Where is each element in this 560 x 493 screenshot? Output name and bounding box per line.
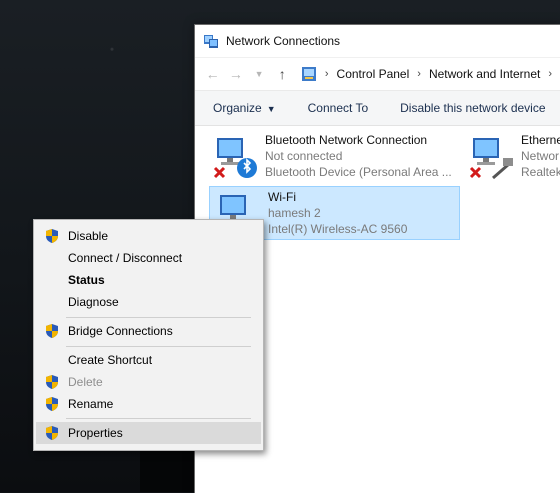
uac-shield-icon [46, 426, 58, 440]
connection-status: hamesh 2 [268, 206, 321, 220]
arrow-left-icon: ← [205, 66, 220, 82]
network-connections-icon [204, 35, 218, 48]
menu-item-diagnose[interactable]: Diagnose [36, 291, 261, 313]
breadcrumb-separator-icon: › [417, 68, 421, 80]
control-panel-icon [301, 67, 316, 81]
menu-item-delete[interactable]: Delete [36, 371, 261, 393]
menu-item-label: Diagnose [68, 295, 119, 309]
connection-device: Realtek [521, 165, 560, 179]
connection-name: Etherne [521, 133, 560, 147]
ethernet-network-icon [469, 138, 513, 180]
breadcrumb-separator-icon: › [548, 68, 553, 80]
bluetooth-network-icon [213, 138, 257, 179]
uac-shield-icon [46, 375, 58, 389]
connection-device: Intel(R) Wireless-AC 9560 [268, 222, 408, 236]
uac-shield-icon [46, 397, 58, 411]
command-bar: Organize ▼ Connect To Disable this networ… [195, 91, 560, 126]
uac-shield-icon [46, 324, 58, 338]
menu-item-create-shortcut[interactable]: Create Shortcut [36, 349, 261, 371]
menu-item-label: Bridge Connections [68, 324, 173, 338]
menu-item-bridge-connections[interactable]: Bridge Connections [36, 320, 261, 342]
menu-item-status[interactable]: Status [36, 269, 261, 291]
recent-locations-button[interactable]: ▼ [251, 65, 266, 83]
up-button[interactable]: ↑ [275, 65, 290, 83]
disable-device-button[interactable]: Disable this network device [400, 101, 545, 115]
title-bar[interactable]: Network Connections [195, 25, 560, 58]
menu-item-label: Disable [68, 229, 109, 243]
window-title: Network Connections [226, 34, 341, 48]
organize-button[interactable]: Organize ▼ [213, 101, 276, 115]
menu-separator [66, 418, 251, 419]
organize-label: Organize [213, 101, 262, 115]
menu-separator [66, 317, 251, 318]
menu-item-label: Delete [68, 375, 103, 389]
menu-item-label: Connect / Disconnect [68, 251, 183, 265]
chevron-down-icon: ▼ [254, 69, 264, 79]
forward-button[interactable]: → [228, 65, 243, 83]
menu-item-rename[interactable]: Rename [36, 393, 261, 415]
arrow-up-icon: ↑ [278, 66, 286, 82]
menu-item-disable[interactable]: Disable [36, 225, 261, 247]
menu-separator [66, 346, 251, 347]
uac-shield-icon [46, 229, 58, 243]
breadcrumb-network-and-internet[interactable]: Network and Internet [429, 67, 540, 81]
connection-item-ethernet[interactable]: Etherne Networ Realtek [463, 130, 560, 182]
address-box[interactable]: › Control Panel › Network and Internet › [297, 61, 560, 87]
menu-item-label: Create Shortcut [68, 353, 153, 367]
connect-to-button[interactable]: Connect To [308, 101, 369, 115]
menu-item-label: Properties [68, 426, 123, 440]
caret-down-icon: ▼ [266, 104, 276, 114]
menu-item-properties[interactable]: Properties [36, 422, 261, 444]
breadcrumb-separator-icon: › [324, 68, 329, 80]
connection-name: Wi-Fi [268, 190, 296, 204]
connection-item-bluetooth[interactable]: Bluetooth Network Connection Not connect… [207, 130, 467, 182]
menu-item-connect-disconnect[interactable]: Connect / Disconnect [36, 247, 261, 269]
connection-device: Bluetooth Device (Personal Area ... [265, 165, 452, 179]
breadcrumb-control-panel[interactable]: Control Panel [337, 67, 410, 81]
connection-name: Bluetooth Network Connection [265, 133, 428, 147]
connection-status: Networ [521, 149, 560, 163]
arrow-right-icon: → [228, 66, 243, 82]
context-menu: Disable Connect / Disconnect Status Diag… [33, 219, 264, 451]
menu-item-label: Status [68, 273, 105, 287]
connection-status: Not connected [265, 149, 343, 163]
back-button[interactable]: ← [205, 65, 220, 83]
address-bar: ← → ▼ ↑ › Control Panel › Network and In… [195, 58, 560, 91]
menu-item-label: Rename [68, 397, 114, 411]
